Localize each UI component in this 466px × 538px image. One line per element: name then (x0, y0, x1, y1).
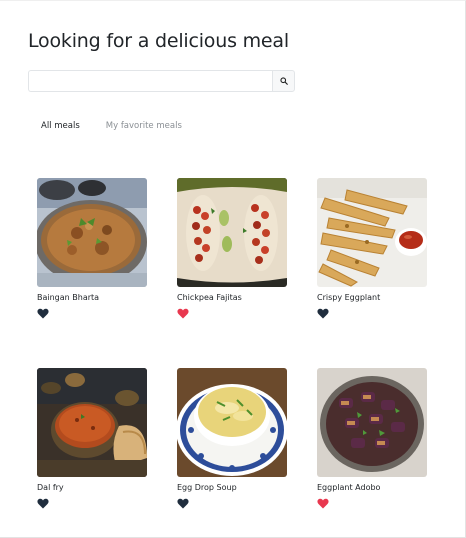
meal-card[interactable]: Chickpea Fajitas (177, 178, 287, 319)
tab-all-meals[interactable]: All meals (28, 118, 93, 136)
meal-image[interactable] (37, 178, 147, 287)
heart-icon[interactable] (317, 308, 329, 319)
meal-image[interactable] (317, 178, 427, 287)
page-title: Looking for a delicious meal (28, 30, 289, 52)
heart-icon[interactable] (37, 498, 49, 509)
heart-icon[interactable] (177, 308, 189, 319)
search-button[interactable] (272, 70, 295, 92)
meal-title: Eggplant Adobo (317, 483, 381, 492)
meal-card[interactable]: Eggplant Adobo (317, 368, 427, 509)
search-input[interactable] (28, 70, 272, 92)
meal-image[interactable] (37, 368, 147, 477)
meal-image[interactable] (317, 368, 427, 477)
meal-tabs: All meals My favorite meals (28, 118, 195, 136)
heart-icon[interactable] (317, 498, 329, 509)
app-window: Looking for a delicious meal All meals M… (0, 0, 466, 538)
meal-image[interactable] (177, 368, 287, 477)
search-bar (28, 70, 295, 92)
meal-card[interactable]: Crispy Eggplant (317, 178, 427, 319)
meal-title: Crispy Eggplant (317, 293, 381, 302)
heart-icon[interactable] (37, 308, 49, 319)
meal-card[interactable]: Dal fry (37, 368, 147, 509)
meal-title: Dal fry (37, 483, 64, 492)
tab-my-favorite-meals[interactable]: My favorite meals (93, 118, 195, 136)
heart-icon[interactable] (177, 498, 189, 509)
meal-title: Chickpea Fajitas (177, 293, 242, 302)
meal-title: Egg Drop Soup (177, 483, 237, 492)
meal-image[interactable] (177, 178, 287, 287)
meal-card[interactable]: Egg Drop Soup (177, 368, 287, 509)
search-icon (279, 77, 288, 85)
meal-card[interactable]: Baingan Bharta (37, 178, 147, 319)
meal-title: Baingan Bharta (37, 293, 100, 302)
